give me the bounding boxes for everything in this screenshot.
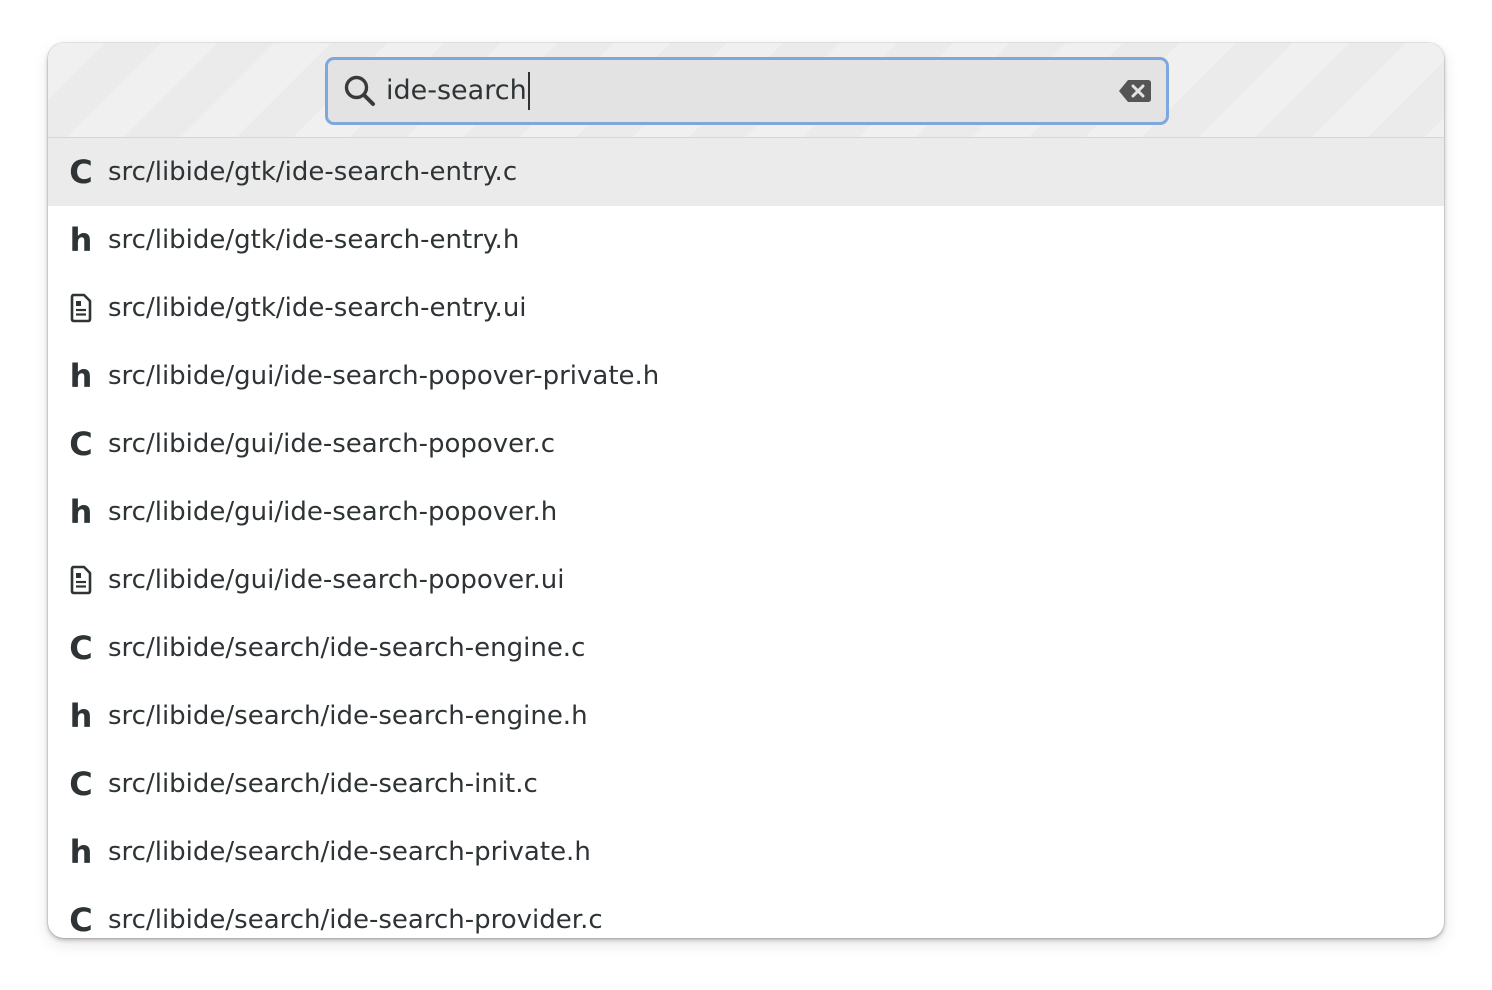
c-header-icon: h (69, 357, 93, 395)
result-path: src/libide/gui/ide-search-popover-privat… (108, 361, 660, 391)
result-row[interactable]: h src/libide/gui/ide-search-popover.h (48, 478, 1444, 546)
result-row[interactable]: h src/libide/search/ide-search-engine.h (48, 682, 1444, 750)
result-path: src/libide/search/ide-search-engine.c (108, 633, 586, 663)
c-header-icon: h (69, 221, 93, 259)
result-row[interactable]: Csrc/libide/gui/ide-search-popover.c (48, 410, 1444, 478)
ui-file-icon (66, 546, 96, 614)
result-row[interactable]: Csrc/libide/search/ide-search-provider.c (48, 886, 1444, 938)
c-header-icon: h (69, 697, 93, 735)
result-path: src/libide/search/ide-search-private.h (108, 837, 591, 867)
result-path: src/libide/gtk/ide-search-entry.ui (108, 293, 527, 323)
c-source-icon: C (69, 153, 93, 191)
result-row[interactable]: Csrc/libide/search/ide-search-init.c (48, 750, 1444, 818)
result-path: src/libide/gui/ide-search-popover.c (108, 429, 556, 459)
result-path: src/libide/gtk/ide-search-entry.h (108, 225, 520, 255)
result-path: src/libide/gui/ide-search-popover.h (108, 497, 558, 527)
clear-icon[interactable] (1118, 79, 1152, 103)
result-path: src/libide/gtk/ide-search-entry.c (108, 157, 518, 187)
c-source-icon: C (69, 765, 93, 803)
result-path: src/libide/search/ide-search-engine.h (108, 701, 588, 731)
search-popover-window: ide-search Csrc/libide/gtk/ide-search-en… (48, 43, 1444, 938)
ui-file-icon (66, 274, 96, 342)
result-row[interactable]: Csrc/libide/search/ide-search-engine.c (48, 614, 1444, 682)
result-row[interactable]: src/libide/gui/ide-search-popover.ui (48, 546, 1444, 614)
result-path: src/libide/search/ide-search-provider.c (108, 905, 603, 935)
c-header-icon: h (69, 493, 93, 531)
search-input[interactable]: ide-search (386, 72, 530, 110)
c-source-icon: C (69, 629, 93, 667)
search-icon (342, 73, 378, 109)
result-row[interactable]: h src/libide/gui/ide-search-popover-priva… (48, 342, 1444, 410)
result-row[interactable]: src/libide/gtk/ide-search-entry.ui (48, 274, 1444, 342)
result-row[interactable]: h src/libide/search/ide-search-private.h (48, 818, 1444, 886)
c-source-icon: C (69, 901, 93, 938)
header-bar: ide-search (48, 43, 1444, 138)
result-path: src/libide/search/ide-search-init.c (108, 769, 538, 799)
result-row[interactable]: Csrc/libide/gtk/ide-search-entry.c (48, 138, 1444, 206)
search-entry[interactable]: ide-search (325, 57, 1169, 125)
c-header-icon: h (69, 833, 93, 871)
c-source-icon: C (69, 425, 93, 463)
result-path: src/libide/gui/ide-search-popover.ui (108, 565, 565, 595)
result-row[interactable]: h src/libide/gtk/ide-search-entry.h (48, 206, 1444, 274)
results-list: Csrc/libide/gtk/ide-search-entry.c h src/l… (48, 138, 1444, 938)
